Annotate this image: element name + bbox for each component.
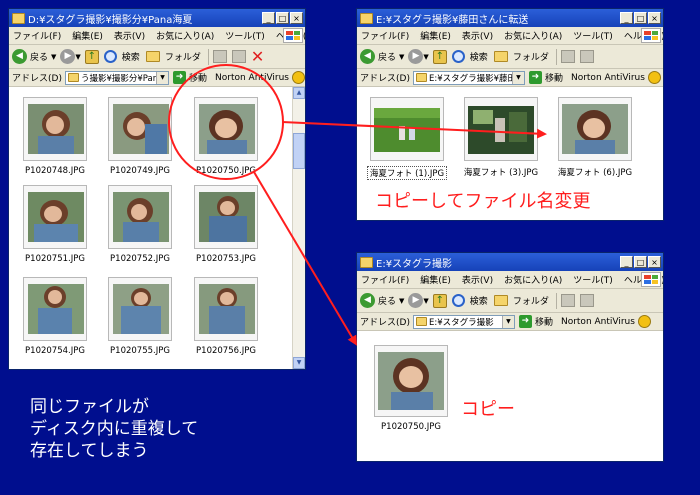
copy-arrow	[253, 171, 358, 346]
rename-arrow	[281, 121, 547, 139]
annotation-overlay	[168, 64, 547, 346]
highlight-circle	[168, 64, 284, 180]
